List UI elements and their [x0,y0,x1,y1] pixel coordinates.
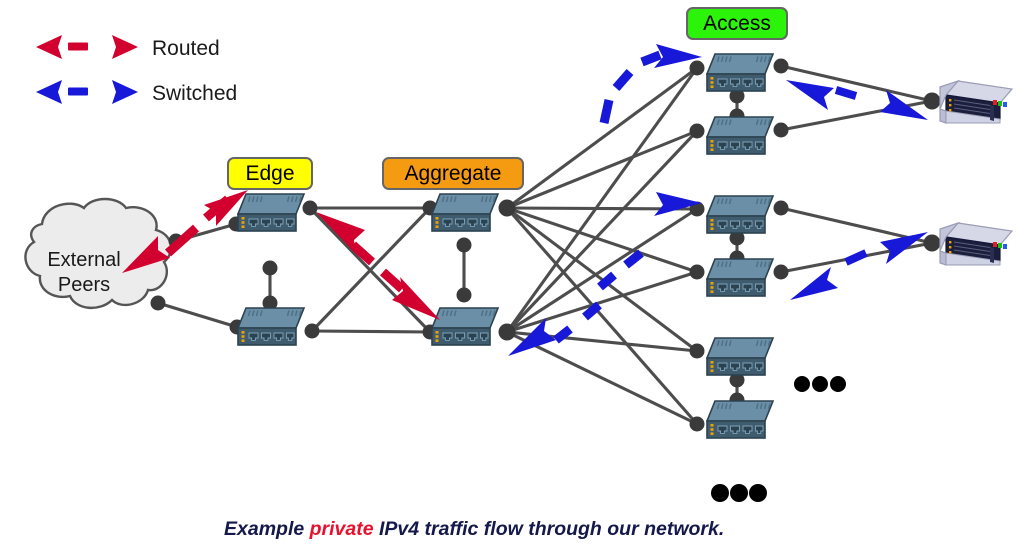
switched-arrowhead-to-access1 [786,80,834,110]
server-2[interactable] [939,222,1013,266]
switch-access-3[interactable] [706,195,774,234]
switch-access-6[interactable] [706,400,774,439]
switch-access-1[interactable] [706,53,774,92]
legend-item-switched: Switched [36,80,237,105]
tier-label-edge[interactable]: Edge [227,157,313,190]
bottom-ellipsis [711,484,767,502]
switched-dash-srv2 [844,249,868,266]
tier-text-edge: Edge [245,162,294,185]
switch-access-2[interactable] [706,116,774,155]
tier-labels: Edge Aggregate Access [227,7,788,190]
cloud-label-line2: Peers [58,274,110,296]
legend: Routed Switched [36,35,237,105]
tier-label-aggregate[interactable]: Aggregate [382,157,524,190]
switched-dash-agg-access1 [599,50,662,124]
caption-highlight: private [309,518,374,540]
access-column-ellipsis [794,376,846,392]
link-cloud-edge2 [157,301,238,329]
tier-text-aggregate: Aggregate [405,162,502,185]
network-diagram-canvas: Routed Switched External Peers Edge Aggr… [0,0,1024,546]
caption: Example private IPv4 traffic flow throug… [224,518,724,540]
servers[interactable] [939,80,1013,266]
switch-edge-1[interactable] [237,193,305,232]
routed-arrow-icon [36,35,138,59]
legend-item-routed: Routed [36,35,220,60]
tier-text-access: Access [703,12,771,35]
link-agg2-acc3 [506,207,698,334]
tier-label-access[interactable]: Access [686,7,788,40]
switch-aggregate-1[interactable] [431,193,499,232]
connection-dots [150,58,941,432]
switch-access-5[interactable] [706,337,774,376]
legend-label-switched: Switched [152,82,237,105]
server-1[interactable] [939,80,1013,124]
switch-access-4[interactable] [706,258,774,297]
legend-label-routed: Routed [152,37,220,60]
ellipsis-marks [711,376,846,502]
diagram-svg: Routed Switched External Peers Edge Aggr… [24,7,1013,540]
link-agg1-acc1 [506,66,698,210]
cloud-label-line1: External [47,249,120,271]
switched-dash-srv1 [834,86,858,100]
caption-part2: IPv4 traffic flow through our network. [374,518,725,540]
link-edge2-agg2 [311,329,431,334]
switched-arrowhead-to-access4 [790,267,838,300]
switch-aggregate-2[interactable] [431,307,499,346]
links [157,64,933,426]
caption-part1: Example [224,518,310,540]
switched-arrow-icon [36,80,138,104]
switch-edge-2[interactable] [237,307,305,346]
